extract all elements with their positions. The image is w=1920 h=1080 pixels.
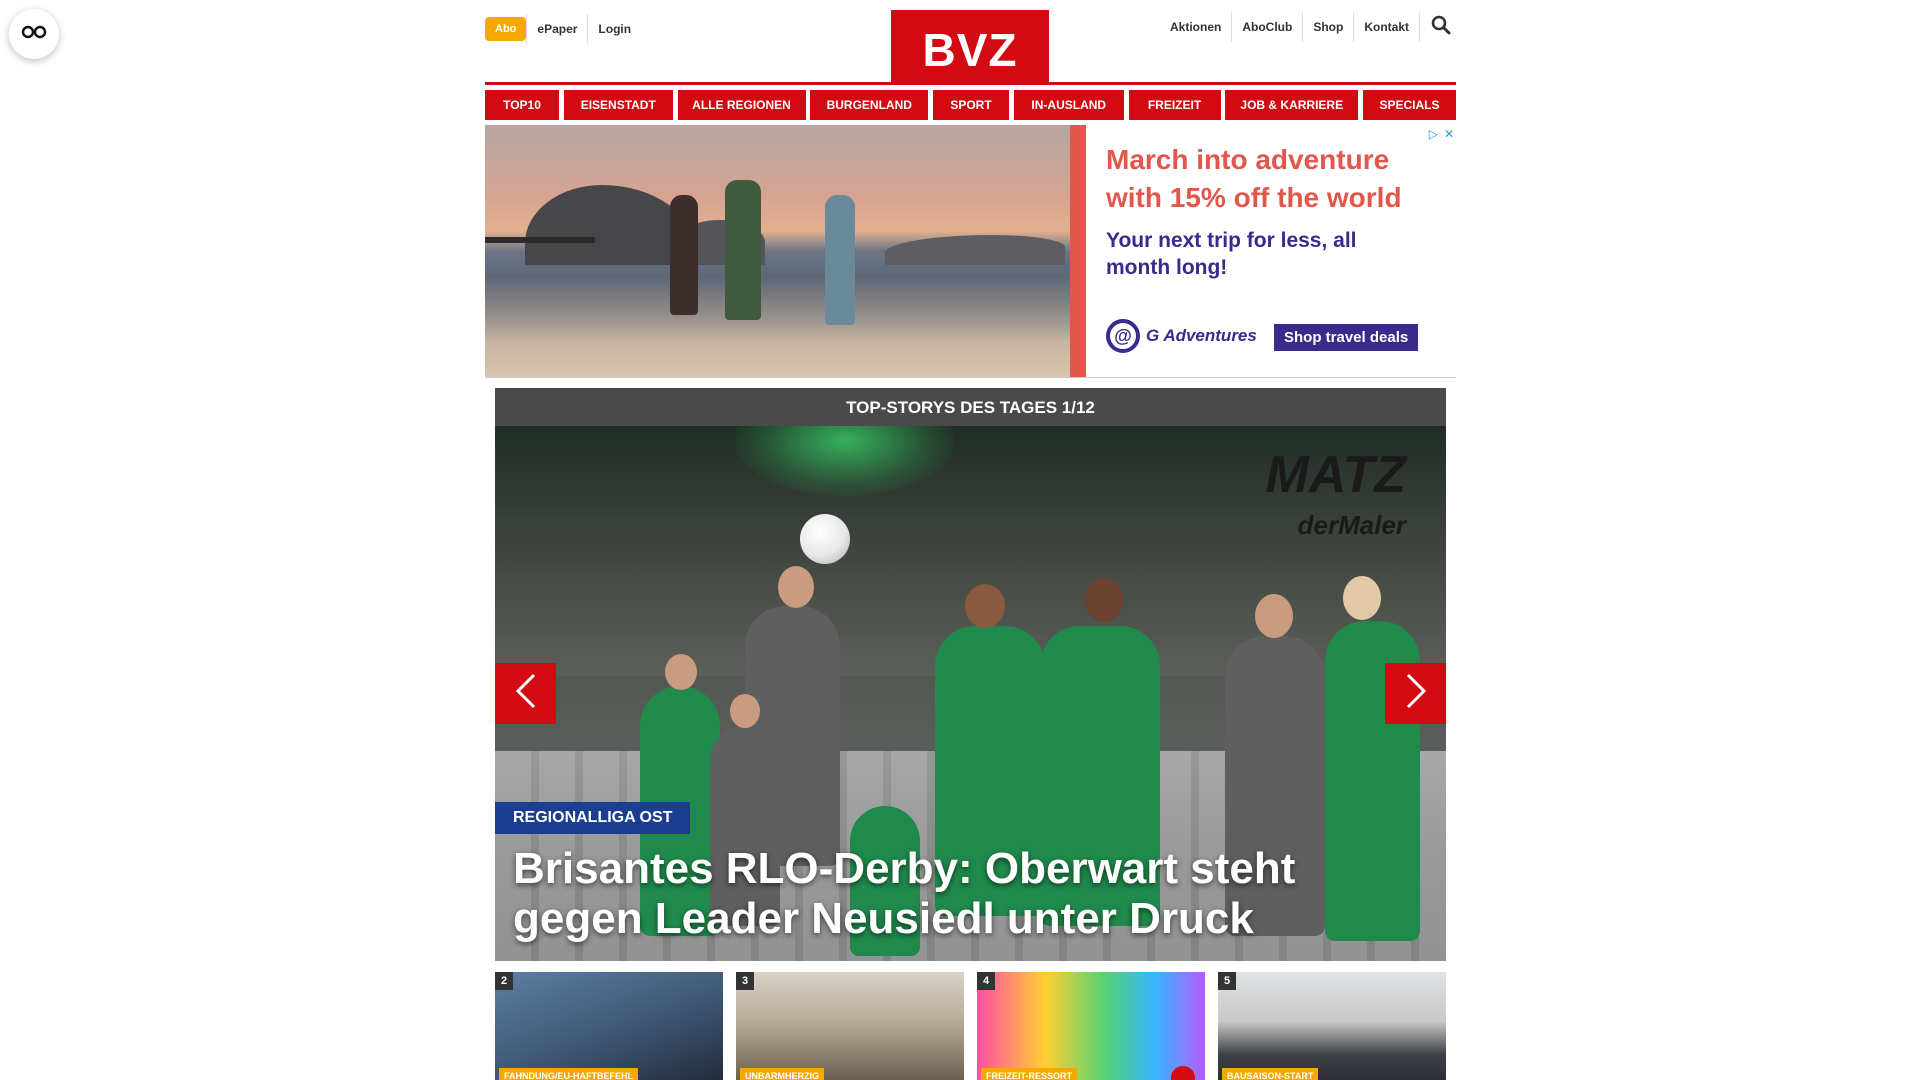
aktionen-link[interactable]: Aktionen — [1160, 12, 1233, 42]
chevron-left-icon — [515, 673, 537, 714]
ad-headline: March into adventure with 15% off the wo… — [1106, 144, 1402, 213]
top-stories-header: TOP-STORYS DES TAGES 1/12 — [495, 388, 1446, 426]
story-rank: 4 — [977, 972, 995, 990]
ad-brand-name: G Adventures — [1146, 326, 1257, 345]
story-category: BAUSAISON-START — [1222, 1068, 1319, 1080]
advertisement-banner[interactable]: March into adventure with 15% off the wo… — [485, 125, 1456, 378]
ad-brand-logo: @ G Adventures — [1106, 319, 1257, 353]
story-category: FAHNDUNG/EU-HAFTBEFEHL — [499, 1068, 638, 1080]
glasses-icon — [21, 25, 47, 44]
nav-item-eisenstadt[interactable]: EISENSTADT — [563, 90, 673, 120]
shop-link[interactable]: Shop — [1303, 12, 1355, 42]
nav-item-burgenland[interactable]: BURGENLAND — [810, 90, 929, 120]
nav-item-freizeit[interactable]: FREIZEIT — [1128, 90, 1221, 120]
stadium-sponsor-sign: MATZ derMaler — [1265, 449, 1406, 550]
top-stories-section: TOP-STORYS DES TAGES 1/12 MATZ derMaler — [495, 388, 1446, 1080]
main-nav: TOP10 EISENSTADT ALLE REGIONEN BURGENLAN… — [485, 90, 1456, 120]
gallery-icon — [1171, 1066, 1195, 1080]
ad-beach-photo — [485, 125, 1070, 377]
header-right-links: Aktionen AboClub Shop Kontakt — [1160, 12, 1456, 42]
ad-close-icon[interactable]: ✕ — [1444, 127, 1454, 141]
accessibility-toggle-button[interactable] — [9, 9, 59, 59]
story-rank: 5 — [1218, 972, 1236, 990]
carousel-next-button[interactable] — [1385, 663, 1446, 724]
search-icon — [1431, 15, 1451, 40]
hero-category-tag[interactable]: REGIONALLIGA OST — [495, 802, 691, 834]
kontakt-link[interactable]: Kontakt — [1354, 12, 1420, 42]
nav-item-specials[interactable]: SPECIALS — [1363, 90, 1456, 120]
abo-button[interactable]: Abo — [485, 17, 527, 41]
ad-subline: Your next trip for less, all month long! — [1106, 229, 1357, 279]
story-category: UNBARMHERZIG — [740, 1068, 824, 1080]
nav-item-sport[interactable]: SPORT — [933, 90, 1009, 120]
nav-item-alle-regionen[interactable]: ALLE REGIONEN — [677, 90, 806, 120]
login-link[interactable]: Login — [587, 14, 641, 44]
story-category: FREIZEIT-RESSORT — [981, 1068, 1078, 1080]
site-logo[interactable]: BVZ — [891, 10, 1049, 84]
ad-copy-panel: March into adventure with 15% off the wo… — [1086, 125, 1456, 377]
carousel-prev-button[interactable] — [495, 663, 556, 724]
nav-item-in-ausland[interactable]: IN-AUSLAND — [1013, 90, 1124, 120]
ad-cta-button[interactable]: Shop travel deals — [1274, 324, 1419, 351]
hero-headline[interactable]: Brisantes RLO-Derby: Oberwart steht gege… — [513, 844, 1373, 944]
header-left-links: Abo ePaper Login — [485, 14, 641, 44]
adchoices-icon[interactable]: ▷ — [1429, 127, 1438, 141]
nav-item-job-karriere[interactable]: JOB & KARRIERE — [1225, 90, 1359, 120]
sponsor-line-1: MATZ — [1265, 446, 1406, 504]
chevron-right-icon — [1405, 673, 1427, 714]
sponsor-line-2: derMaler — [1297, 510, 1406, 540]
football — [800, 514, 850, 564]
search-button[interactable] — [1426, 12, 1456, 42]
header-divider — [485, 82, 1456, 85]
story-rank: 3 — [736, 972, 754, 990]
aboclub-link[interactable]: AboClub — [1232, 12, 1304, 42]
ad-accent-stripe — [1070, 125, 1086, 377]
story-thumb-4[interactable]: 4 FREIZEIT-RESSORT — [977, 972, 1205, 1080]
hero-story[interactable]: MATZ derMaler REGIONALLIGA OST Brisantes… — [495, 426, 1446, 961]
nav-item-top10[interactable]: TOP10 — [485, 90, 559, 120]
story-thumb-3[interactable]: 3 UNBARMHERZIG — [736, 972, 964, 1080]
ad-choices[interactable]: ▷ ✕ — [1429, 127, 1454, 141]
page-container: Abo ePaper Login BVZ Aktionen AboClub Sh… — [485, 0, 1456, 1080]
g-adventures-icon: @ — [1106, 319, 1140, 353]
story-thumbnails: 2 FAHNDUNG/EU-HAFTBEFEHL 3 UNBARMHERZIG … — [495, 972, 1446, 1080]
story-thumb-5[interactable]: 5 BAUSAISON-START — [1218, 972, 1446, 1080]
site-header: Abo ePaper Login BVZ Aktionen AboClub Sh… — [485, 0, 1456, 85]
story-thumb-2[interactable]: 2 FAHNDUNG/EU-HAFTBEFEHL — [495, 972, 723, 1080]
story-rank: 2 — [495, 972, 513, 990]
epaper-link[interactable]: ePaper — [526, 14, 587, 44]
